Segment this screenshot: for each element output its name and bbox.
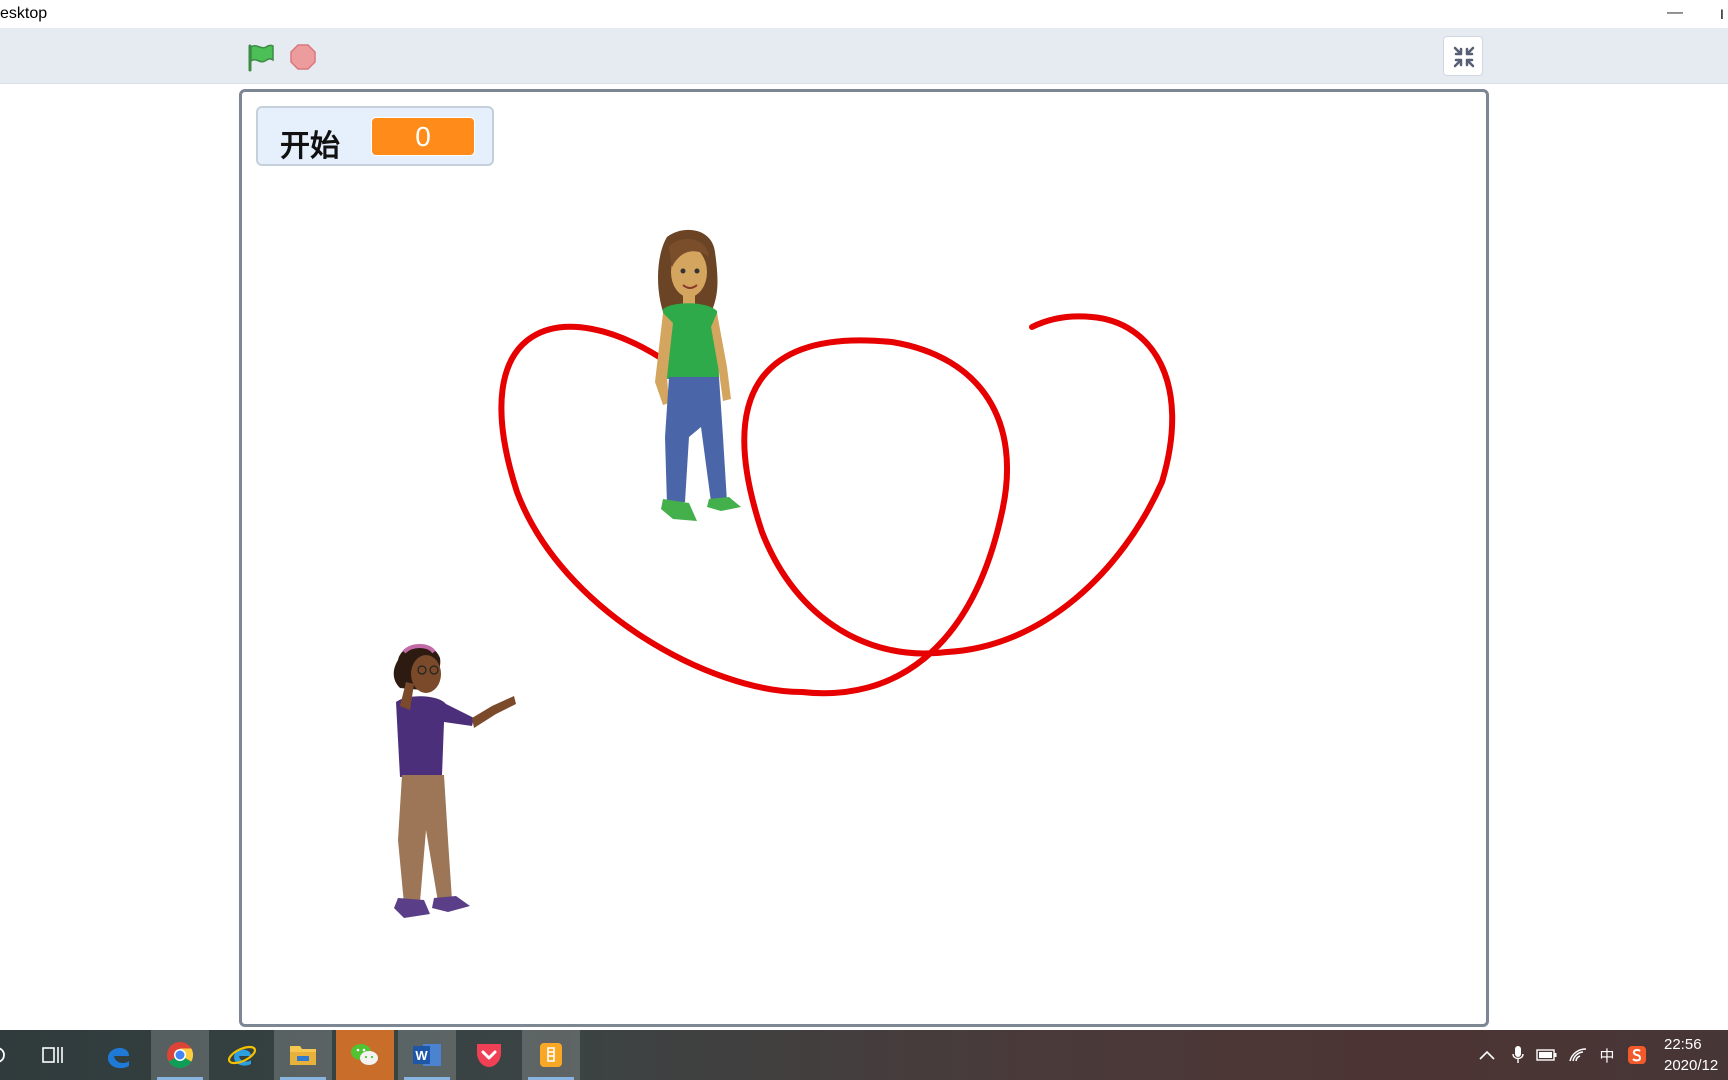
cortana-icon[interactable] <box>0 1030 14 1080</box>
stop-button[interactable] <box>288 42 318 72</box>
exit-fullscreen-button[interactable] <box>1443 36 1483 76</box>
microphone-icon <box>1512 1046 1524 1063</box>
taskbar-scratch-desktop[interactable] <box>522 1030 580 1080</box>
folder-icon <box>290 1046 316 1065</box>
window-titlebar: esktop — I <box>0 0 1728 28</box>
taskbar-wechat[interactable] <box>336 1030 394 1080</box>
pocket-icon <box>477 1044 501 1067</box>
task-view-icon <box>42 1047 63 1063</box>
scratch-icon <box>540 1043 562 1067</box>
taskbar-word[interactable]: W <box>398 1030 456 1080</box>
sprite-girl-purple-shirt[interactable] <box>382 640 527 940</box>
wechat-icon <box>351 1044 378 1065</box>
show-hidden-icons-button[interactable] <box>1474 1030 1500 1080</box>
green-flag-button[interactable] <box>244 42 278 72</box>
stop-icon <box>290 44 316 70</box>
clock-time: 22:56 <box>1664 1036 1702 1053</box>
stage[interactable]: 开始 0 <box>239 89 1489 1027</box>
edge-icon <box>108 1047 129 1069</box>
ie-icon <box>227 1045 257 1066</box>
taskbar-chrome[interactable] <box>151 1030 209 1080</box>
taskbar-file-explorer[interactable] <box>274 1030 332 1080</box>
minimize-button[interactable]: — <box>1664 2 1686 24</box>
microphone-tray[interactable] <box>1505 1030 1531 1080</box>
clock-date: 2020/12 <box>1664 1057 1719 1074</box>
ime-indicator[interactable]: 中 <box>1594 1030 1620 1080</box>
green-flag-icon <box>248 44 274 72</box>
taskbar-pocket[interactable] <box>460 1030 518 1080</box>
taskbar-clock[interactable]: 22:56 2020/12 <box>1664 1034 1728 1076</box>
unfullscreen-icon <box>1453 46 1475 68</box>
sogou-icon <box>1628 1046 1646 1064</box>
word-icon: W <box>413 1044 441 1066</box>
window-title: esktop <box>0 5 48 22</box>
taskbar-internet-explorer[interactable] <box>213 1030 271 1080</box>
battery-tray[interactable] <box>1533 1030 1561 1080</box>
variable-label: 开始 <box>280 129 340 164</box>
word-letter: W <box>415 1048 428 1063</box>
chrome-icon <box>167 1042 194 1069</box>
chevron-up-icon <box>1479 1050 1495 1060</box>
sprite-girl-green-shirt[interactable] <box>637 227 747 537</box>
variable-value: 0 <box>371 117 475 156</box>
window-edge-text: I <box>1720 6 1724 22</box>
task-view-button[interactable] <box>25 1030 83 1080</box>
player-toolbar <box>0 28 1728 84</box>
sogou-ime-tray[interactable] <box>1624 1030 1650 1080</box>
battery-icon <box>1536 1049 1557 1061</box>
wifi-tray[interactable] <box>1564 1030 1592 1080</box>
taskbar-edge[interactable] <box>89 1030 147 1080</box>
variable-monitor: 开始 0 <box>256 106 494 166</box>
wifi-icon <box>1569 1048 1587 1062</box>
taskbar: W 中 22:56 2020/12 <box>0 1030 1728 1080</box>
